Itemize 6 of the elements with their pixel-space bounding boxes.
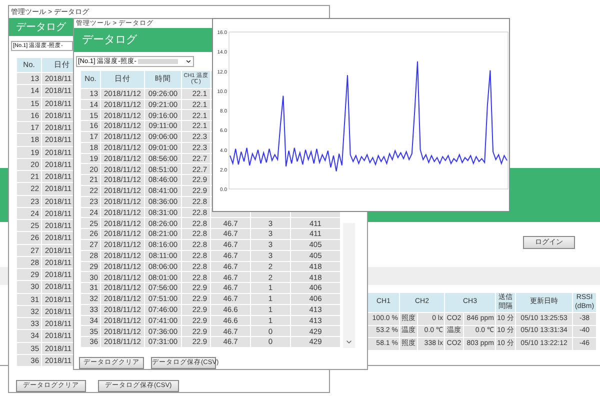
chevron-down-icon	[345, 338, 353, 346]
page-title: データログ	[82, 32, 137, 48]
scrollbar[interactable]	[343, 223, 355, 348]
page-title: データログ	[16, 20, 66, 34]
redacted-block	[138, 58, 178, 64]
chevron-down-icon	[185, 58, 192, 65]
